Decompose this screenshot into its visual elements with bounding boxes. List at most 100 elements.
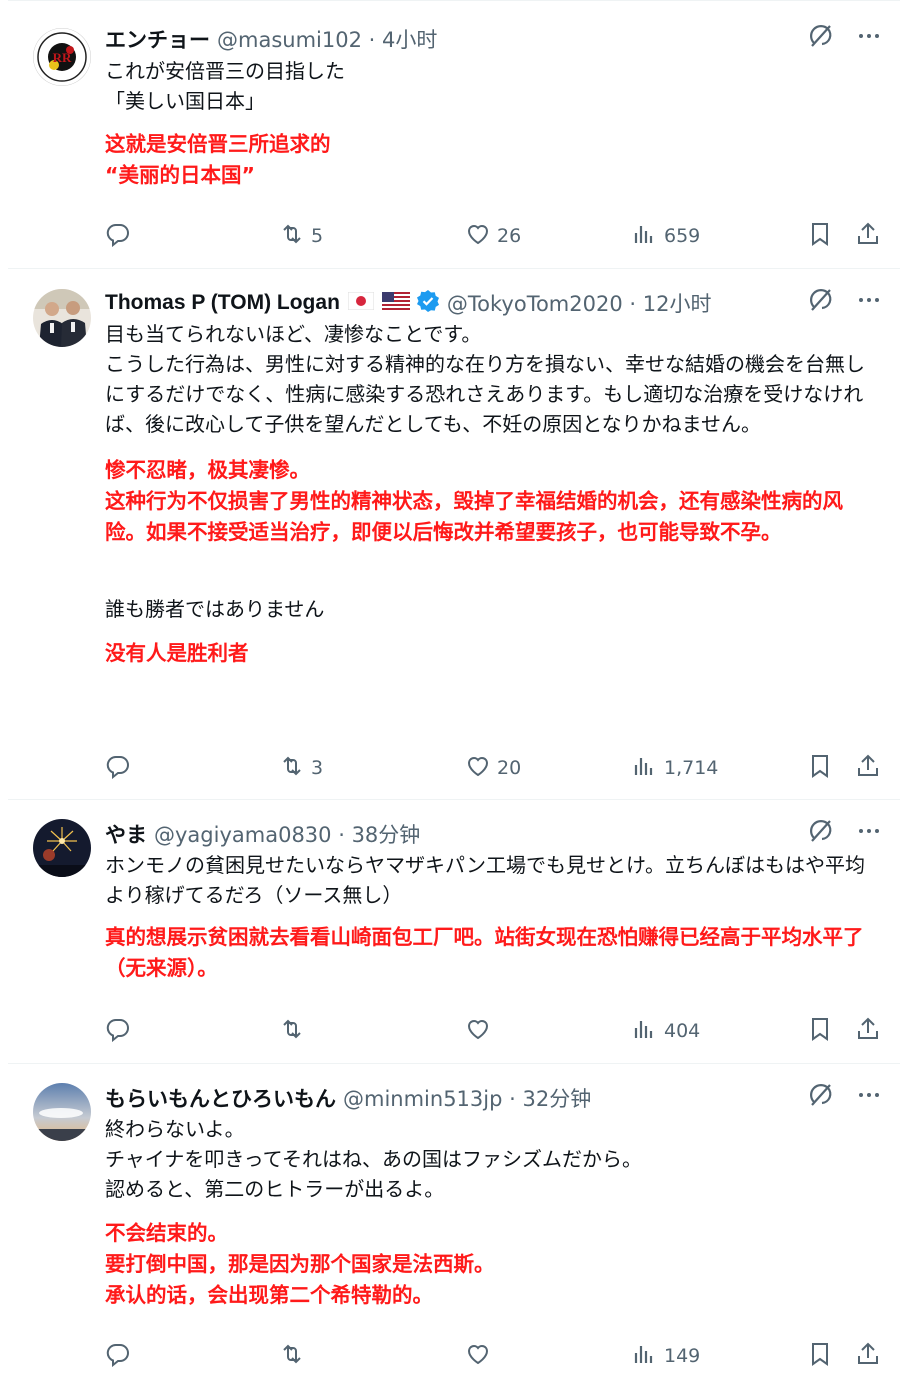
like-icon: [465, 221, 491, 252]
timestamp[interactable]: 32分钟: [522, 1087, 591, 1111]
like-icon: [465, 1016, 491, 1047]
us-flag-icon: [381, 292, 410, 314]
bookmark-icon: [807, 1341, 833, 1372]
like-count: 26: [497, 225, 522, 247]
share-button[interactable]: [855, 1014, 881, 1048]
author-handle[interactable]: @yagiyama0830 · 38分钟: [154, 819, 420, 849]
tweet-text: ホンモノの貧困見せたいならヤマザキパン工場でも見せとけ。立ちんぼはもはや平均より…: [105, 850, 870, 984]
bookmark-button[interactable]: [807, 1339, 833, 1373]
handle-text[interactable]: @yagiyama0830: [154, 823, 332, 847]
views-icon: [632, 1341, 658, 1372]
translation-line: 这就是安倍晋三所追求的: [105, 132, 331, 156]
author-name[interactable]: Thomas P (TOM) Logan: [105, 291, 340, 315]
text-line: 目も当てられないほど、凄惨なことです。: [105, 322, 482, 346]
views-button[interactable]: 659: [632, 219, 700, 253]
like-button[interactable]: 20: [465, 751, 521, 785]
views-button[interactable]: 1,714: [632, 751, 718, 785]
text-line: チャイナを叩きってそれはね、あの国はファシズムだから。: [105, 1147, 642, 1171]
translation-line: 没有人是胜利者: [105, 641, 249, 665]
timestamp[interactable]: 12小时: [643, 292, 712, 316]
share-icon: [855, 1341, 881, 1372]
avatar[interactable]: [33, 289, 91, 347]
more-icon[interactable]: [856, 23, 882, 53]
translation-line: 不会结束的。: [105, 1221, 228, 1245]
translation-line: 承认的话，会出现第二个希特勒的。: [105, 1283, 433, 1307]
grok-icon[interactable]: [808, 287, 834, 317]
handle-text[interactable]: @masumi102: [217, 28, 362, 52]
avatar[interactable]: [33, 819, 91, 877]
reply-button[interactable]: [105, 1339, 131, 1373]
action-bar: 149: [105, 1339, 885, 1373]
share-button[interactable]: [855, 219, 881, 253]
reply-icon: [105, 1341, 131, 1372]
tweet-text: 目も当てられないほど、凄惨なことです。 こうした行為は、男性に対する精神的な在り…: [105, 319, 870, 669]
separator: ·: [622, 292, 643, 316]
japan-flag-icon: [347, 291, 375, 314]
grok-icon[interactable]: [808, 818, 834, 848]
separator: ·: [502, 1087, 523, 1111]
text-line: 誰も勝者ではありません: [105, 597, 325, 621]
share-icon: [855, 1016, 881, 1047]
author-handle[interactable]: @masumi102 · 4小时: [217, 24, 437, 54]
view-count: 1,714: [664, 757, 719, 779]
views-button[interactable]: 149: [632, 1339, 700, 1373]
reply-button[interactable]: [105, 1014, 131, 1048]
views-button[interactable]: 404: [632, 1014, 700, 1048]
author-handle[interactable]: @TokyoTom2020 · 12小时: [447, 288, 712, 318]
avatar[interactable]: [33, 1083, 91, 1141]
grok-icon[interactable]: [808, 23, 834, 53]
more-icon[interactable]: [856, 1082, 882, 1112]
retweet-icon: [279, 1016, 305, 1047]
svg-text:RR: RR: [53, 50, 72, 65]
retweet-icon: [279, 1341, 305, 1372]
more-icon[interactable]: [856, 818, 882, 848]
like-button[interactable]: [465, 1014, 491, 1048]
tweet[interactable]: Thomas P (TOM) Logan @TokyoTom2020 · 12小…: [8, 268, 900, 799]
more-icon[interactable]: [856, 287, 882, 317]
grok-icon[interactable]: [808, 1082, 834, 1112]
handle-text[interactable]: @TokyoTom2020: [447, 292, 623, 316]
text-line: 「美しい国日本」: [105, 89, 265, 113]
translation-line: “美丽的日本国”: [105, 163, 255, 187]
retweet-button[interactable]: [279, 1339, 305, 1373]
like-button[interactable]: 26: [465, 219, 521, 253]
bookmark-button[interactable]: [807, 219, 833, 253]
text-line: 認めると、第二のヒトラーが出るよ。: [105, 1177, 445, 1201]
retweet-icon: [279, 221, 305, 252]
timeline-feed: RR エンチョー @masumi102 · 4小时 これが安倍晋三の目指した 「…: [0, 0, 902, 1367]
author-handle[interactable]: @minmin513jp · 32分钟: [343, 1083, 591, 1113]
timestamp[interactable]: 4小时: [382, 28, 437, 52]
retweet-button[interactable]: [279, 1014, 305, 1048]
text-line: 終わらないよ。: [105, 1117, 245, 1141]
tweet[interactable]: RR エンチョー @masumi102 · 4小时 これが安倍晋三の目指した 「…: [8, 0, 900, 268]
reply-button[interactable]: [105, 219, 131, 253]
like-button[interactable]: [465, 1339, 491, 1373]
tweet-text: これが安倍晋三の目指した 「美しい国日本」 这就是安倍晋三所追求的 “美丽的日本…: [105, 56, 870, 191]
share-button[interactable]: [855, 751, 881, 785]
verified-badge-icon[interactable]: [416, 289, 440, 317]
like-count: 20: [497, 757, 522, 779]
translation-line: 真的想展示贫困就去看看山崎面包工厂吧。站街女现在恐怕赚得已经高于平均水平了（无来…: [105, 925, 864, 980]
share-button[interactable]: [855, 1339, 881, 1373]
bookmark-button[interactable]: [807, 751, 833, 785]
view-count: 659: [664, 225, 701, 247]
text-line: ホンモノの貧困見せたいならヤマザキパン工場でも見せとけ。立ちんぼはもはや平均より…: [105, 853, 865, 907]
text-line: こうした行為は、男性に対する精神的な在り方を損ない、幸せな結婚の機会を台無しにす…: [105, 352, 865, 436]
action-bar: 3 20 1,714: [105, 751, 885, 785]
retweet-button[interactable]: 5: [279, 219, 323, 253]
avatar[interactable]: RR: [33, 28, 91, 86]
translation-line: 要打倒中国，那是因为那个国家是法西斯。: [105, 1252, 495, 1276]
like-icon: [465, 1341, 491, 1372]
tweet[interactable]: やま @yagiyama0830 · 38分钟 ホンモノの貧困見せたいならヤマザ…: [8, 799, 900, 1063]
tweet[interactable]: もらいもんとひろいもん @minmin513jp · 32分钟 終わらないよ。 …: [8, 1063, 900, 1367]
separator: ·: [331, 823, 352, 847]
bookmark-icon: [807, 221, 833, 252]
author-name[interactable]: やま: [105, 819, 147, 849]
bookmark-button[interactable]: [807, 1014, 833, 1048]
timestamp[interactable]: 38分钟: [352, 823, 421, 847]
author-name[interactable]: エンチョー: [105, 24, 210, 54]
retweet-button[interactable]: 3: [279, 751, 323, 785]
author-name[interactable]: もらいもんとひろいもん: [105, 1083, 336, 1113]
reply-button[interactable]: [105, 751, 131, 785]
handle-text[interactable]: @minmin513jp: [343, 1087, 502, 1111]
